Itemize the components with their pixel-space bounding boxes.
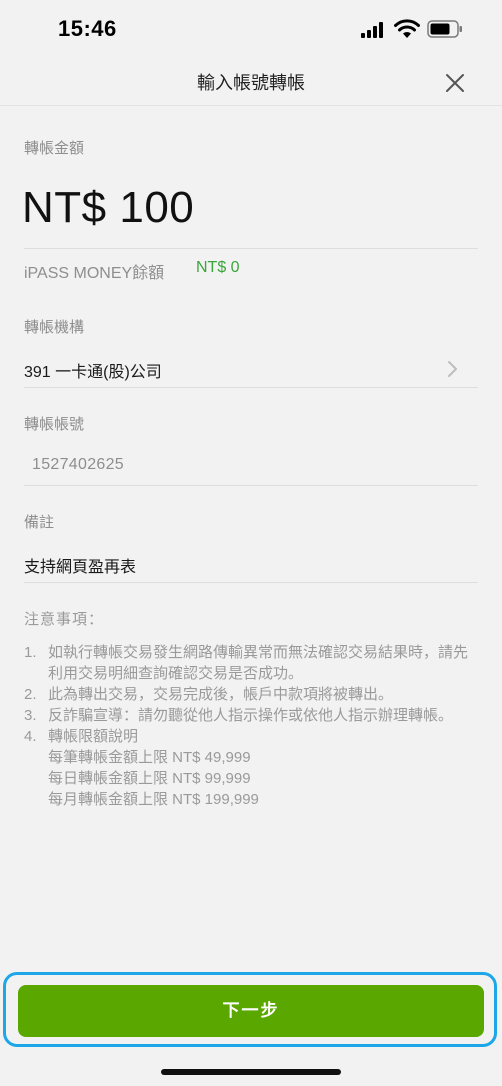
note-number: 1. — [24, 644, 37, 661]
note-text: 轉帳限額說明 — [48, 728, 139, 745]
note-item: 4. 轉帳限額說明 — [24, 726, 474, 747]
limit-per-day: 每日轉帳金額上限 NT$ 99,999 — [48, 770, 251, 787]
chevron-right-icon[interactable] — [447, 360, 459, 378]
nav-bar: 輸入帳號轉帳 — [0, 58, 502, 106]
notes-title: 注意事項： — [24, 611, 105, 628]
status-bar: 15:46 — [0, 0, 502, 58]
status-time: 15:46 — [58, 16, 117, 41]
divider — [24, 248, 478, 249]
home-indicator — [161, 1069, 341, 1075]
memo-input[interactable]: 支持網頁盈再表 — [24, 553, 136, 577]
divider — [24, 387, 478, 388]
cellular-signal-icon — [361, 22, 383, 38]
divider — [24, 582, 478, 583]
note-number: 4. — [24, 728, 37, 745]
divider — [24, 485, 478, 486]
limit-per-month: 每月轉帳金額上限 NT$ 199,999 — [48, 791, 259, 808]
limit-per-transaction: 每筆轉帳金額上限 NT$ 49,999 — [48, 749, 251, 766]
account-input[interactable]: 1527402625 — [32, 456, 124, 474]
battery-icon — [427, 20, 462, 38]
note-text: 反詐騙宣導：請勿聽從他人指示操作或依他人指示辦理轉帳。 — [48, 707, 454, 724]
institution-label: 轉帳機構 — [24, 319, 85, 336]
institution-select[interactable]: 391 一卡通(股)公司 — [24, 358, 162, 382]
transfer-screen: 15:46 輸入帳號轉帳 轉帳金額 NT$ 100 iPASS MONEY餘額 … — [0, 0, 502, 1086]
wifi-icon — [394, 19, 420, 38]
note-item: 1. 如執行轉帳交易發生網路傳輸異常而無法確認交易結果時，請先利用交易明細查詢確… — [24, 642, 474, 684]
account-label: 轉帳帳號 — [24, 416, 85, 433]
note-text: 如執行轉帳交易發生網路傳輸異常而無法確認交易結果時，請先利用交易明細查詢確認交易… — [48, 644, 469, 682]
notes-list: 1. 如執行轉帳交易發生網路傳輸異常而無法確認交易結果時，請先利用交易明細查詢確… — [24, 642, 474, 810]
transfer-amount-label: 轉帳金額 — [24, 140, 85, 157]
transfer-amount-value[interactable]: NT$ 100 — [22, 183, 194, 233]
page-title: 輸入帳號轉帳 — [197, 73, 305, 93]
note-item: 2. 此為轉出交易，交易完成後，帳戶中款項將被轉出。 — [24, 684, 474, 705]
memo-label: 備註 — [24, 514, 55, 531]
close-icon[interactable] — [440, 68, 470, 98]
note-number: 2. — [24, 686, 37, 703]
note-number: 3. — [24, 707, 37, 724]
balance-value: NT$ 0 — [196, 259, 240, 276]
next-button[interactable]: 下一步 — [18, 985, 484, 1037]
note-item: 3. 反詐騙宣導：請勿聽從他人指示操作或依他人指示辦理轉帳。 — [24, 705, 474, 726]
note-text: 此為轉出交易，交易完成後，帳戶中款項將被轉出。 — [48, 686, 394, 703]
balance-label: iPASS MONEY餘額 — [24, 265, 165, 282]
